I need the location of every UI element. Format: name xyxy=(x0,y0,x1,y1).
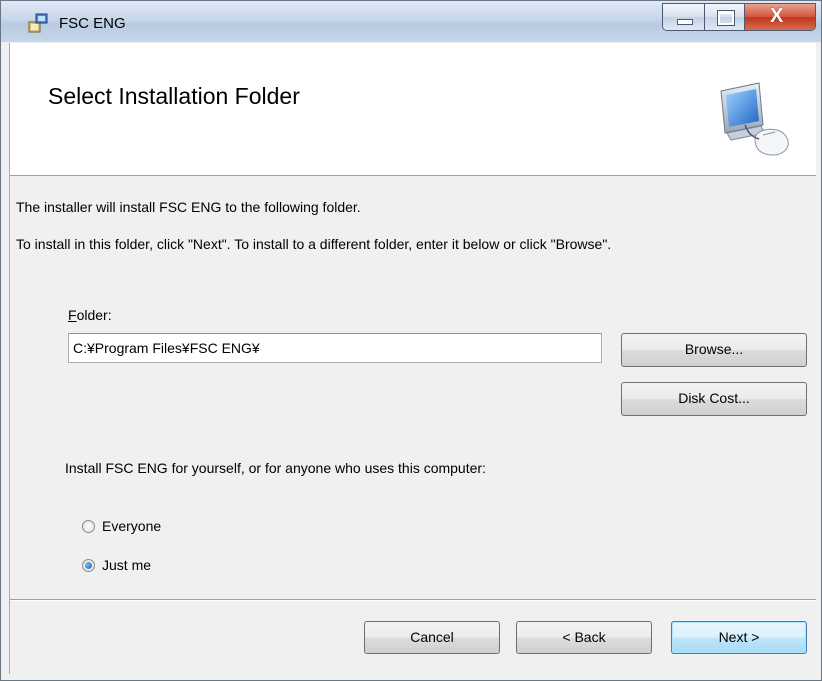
radio-everyone[interactable]: Everyone xyxy=(82,518,161,534)
folder-label: Folder: xyxy=(68,307,112,323)
radio-label-everyone: Everyone xyxy=(102,518,162,534)
disk-cost-button[interactable]: Disk Cost... xyxy=(621,382,807,416)
window-title: FSC ENG xyxy=(59,15,126,32)
footer-divider xyxy=(10,599,816,601)
title-bar[interactable]: FSC ENG X xyxy=(1,1,821,42)
maximize-icon xyxy=(717,10,735,26)
radio-button-everyone[interactable] xyxy=(82,519,95,533)
cancel-button[interactable]: Cancel xyxy=(364,621,500,654)
computer-mouse-icon xyxy=(720,82,789,156)
minimize-button[interactable] xyxy=(663,4,705,30)
header-banner: Select Installation Folder xyxy=(10,43,816,176)
dialog-client: Select Installation Folder The installer… xyxy=(9,43,816,674)
next-button[interactable]: Next > xyxy=(671,621,807,654)
close-icon: X xyxy=(770,5,784,27)
intro-text: The installer will install FSC ENG to th… xyxy=(16,199,361,215)
folder-path-input[interactable] xyxy=(68,333,602,363)
instruction-text: To install in this folder, click "Next".… xyxy=(16,236,612,252)
back-button[interactable]: < Back xyxy=(516,621,652,654)
caption-buttons: X xyxy=(662,3,816,31)
radio-just-me[interactable]: Just me xyxy=(82,557,151,573)
radio-label-just-me: Just me xyxy=(102,557,152,573)
radio-button-just-me[interactable] xyxy=(82,558,95,572)
installer-window: FSC ENG X Select Installation Folder The… xyxy=(0,0,822,681)
installer-icon xyxy=(28,13,48,33)
browse-button[interactable]: Browse... xyxy=(621,333,807,367)
page-title: Select Installation Folder xyxy=(48,83,300,109)
minimize-icon xyxy=(677,19,693,25)
maximize-button[interactable] xyxy=(705,4,745,30)
folder-label-text: older: xyxy=(76,307,112,323)
folder-label-accesskey: F xyxy=(68,307,77,323)
install-for-prompt: Install FSC ENG for yourself, or for any… xyxy=(65,460,486,476)
close-button[interactable]: X xyxy=(745,4,815,30)
